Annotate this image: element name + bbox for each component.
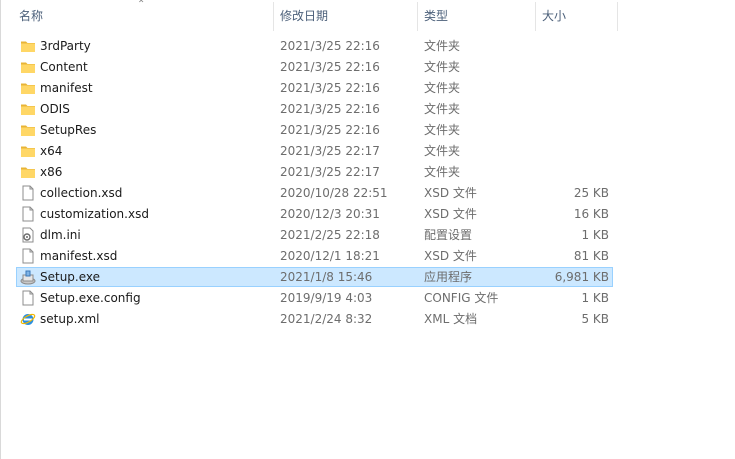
file-type: XML 文档 [424, 312, 478, 326]
file-row[interactable]: setup.xml 2021/2/24 8:32 XML 文档 5 KB [16, 309, 613, 329]
file-name: manifest [40, 81, 93, 95]
document-icon [20, 290, 36, 306]
file-row[interactable]: manifest 2021/3/25 22:16 文件夹 [16, 78, 613, 98]
folder-icon [20, 80, 36, 96]
file-type: 文件夹 [424, 123, 461, 137]
file-type: 配置设置 [424, 228, 473, 242]
file-name: ODIS [40, 102, 70, 116]
file-name: 3rdParty [40, 39, 91, 53]
file-row[interactable]: x86 2021/3/25 22:17 文件夹 [16, 162, 613, 182]
folder-icon [20, 59, 36, 75]
file-size: 16 KB [573, 207, 609, 221]
file-modified-date: 2021/2/24 8:32 [280, 312, 373, 326]
folder-icon [20, 164, 36, 180]
file-modified-date: 2021/3/25 22:16 [280, 102, 380, 116]
file-name: Content [40, 60, 88, 74]
file-row[interactable]: customization.xsd 2020/12/3 20:31 XSD 文件 16… [16, 204, 613, 224]
file-name: Setup.exe.config [40, 291, 141, 305]
file-type: 文件夹 [424, 102, 461, 116]
file-type: 应用程序 [424, 270, 473, 284]
file-name: x64 [40, 144, 63, 158]
file-row[interactable]: Setup.exe.config 2019/9/19 4:03 CONFIG 文件 1… [16, 288, 613, 308]
window-left-border [0, 0, 1, 459]
file-type: 文件夹 [424, 165, 461, 179]
folder-icon [20, 38, 36, 54]
document-icon [20, 248, 36, 264]
file-size: 1 KB [581, 228, 609, 242]
file-name: collection.xsd [40, 186, 123, 200]
file-name: dlm.ini [40, 228, 81, 242]
folder-icon [20, 101, 36, 117]
file-modified-date: 2021/3/25 22:17 [280, 165, 380, 179]
file-modified-date: 2021/3/25 22:16 [280, 123, 380, 137]
column-header-date[interactable]: 修改日期 [273, 0, 417, 33]
file-row[interactable]: Setup.exe 2021/1/8 15:46 应用程序 6,981 KB [16, 267, 613, 287]
file-size: 81 KB [573, 249, 609, 263]
column-header-size[interactable]: 大小 [535, 0, 617, 33]
file-name: Setup.exe [40, 270, 101, 284]
file-row[interactable]: x64 2021/3/25 22:17 文件夹 [16, 141, 613, 161]
file-type: XSD 文件 [424, 207, 477, 221]
column-header-type[interactable]: 类型 [417, 0, 535, 33]
settings-file-icon [20, 227, 36, 243]
file-row[interactable]: Content 2021/3/25 22:16 文件夹 [16, 57, 613, 77]
file-name: x86 [40, 165, 63, 179]
file-type: CONFIG 文件 [424, 291, 499, 305]
file-modified-date: 2020/12/1 18:21 [280, 249, 380, 263]
file-type: XSD 文件 [424, 249, 477, 263]
file-size: 6,981 KB [554, 270, 609, 284]
internet-explorer-icon [20, 311, 36, 327]
file-modified-date: 2021/2/25 22:18 [280, 228, 380, 242]
folder-icon [20, 122, 36, 138]
file-row[interactable]: ODIS 2021/3/25 22:16 文件夹 [16, 99, 613, 119]
file-size: 25 KB [573, 186, 609, 200]
file-modified-date: 2020/12/3 20:31 [280, 207, 380, 221]
file-row[interactable]: SetupRes 2021/3/25 22:16 文件夹 [16, 120, 613, 140]
file-name: setup.xml [40, 312, 100, 326]
file-row[interactable]: manifest.xsd 2020/12/1 18:21 XSD 文件 81 KB [16, 246, 613, 266]
file-name: manifest.xsd [40, 249, 118, 263]
column-header-name[interactable]: 名称 [12, 0, 272, 33]
file-row[interactable]: 3rdParty 2021/3/25 22:16 文件夹 [16, 36, 613, 56]
document-icon [20, 185, 36, 201]
file-modified-date: 2020/10/28 22:51 [280, 186, 388, 200]
file-modified-date: 2021/3/25 22:16 [280, 39, 380, 53]
file-size: 1 KB [581, 291, 609, 305]
file-modified-date: 2019/9/19 4:03 [280, 291, 373, 305]
file-modified-date: 2021/3/25 22:16 [280, 60, 380, 74]
document-icon [20, 206, 36, 222]
file-type: 文件夹 [424, 144, 461, 158]
file-size: 5 KB [581, 312, 609, 326]
file-type: 文件夹 [424, 39, 461, 53]
file-modified-date: 2021/3/25 22:17 [280, 144, 380, 158]
column-header-bar: ⌃ 名称 修改日期 类型 大小 [0, 0, 735, 33]
column-divider[interactable] [617, 2, 618, 31]
file-name: customization.xsd [40, 207, 149, 221]
installer-icon [20, 269, 36, 285]
file-type: XSD 文件 [424, 186, 477, 200]
file-modified-date: 2021/3/25 22:16 [280, 81, 380, 95]
folder-icon [20, 143, 36, 159]
file-row[interactable]: collection.xsd 2020/10/28 22:51 XSD 文件 25 K… [16, 183, 613, 203]
file-type: 文件夹 [424, 81, 461, 95]
file-modified-date: 2021/1/8 15:46 [280, 270, 373, 284]
file-type: 文件夹 [424, 60, 461, 74]
file-name: SetupRes [40, 123, 97, 137]
file-row[interactable]: dlm.ini 2021/2/25 22:18 配置设置 1 KB [16, 225, 613, 245]
